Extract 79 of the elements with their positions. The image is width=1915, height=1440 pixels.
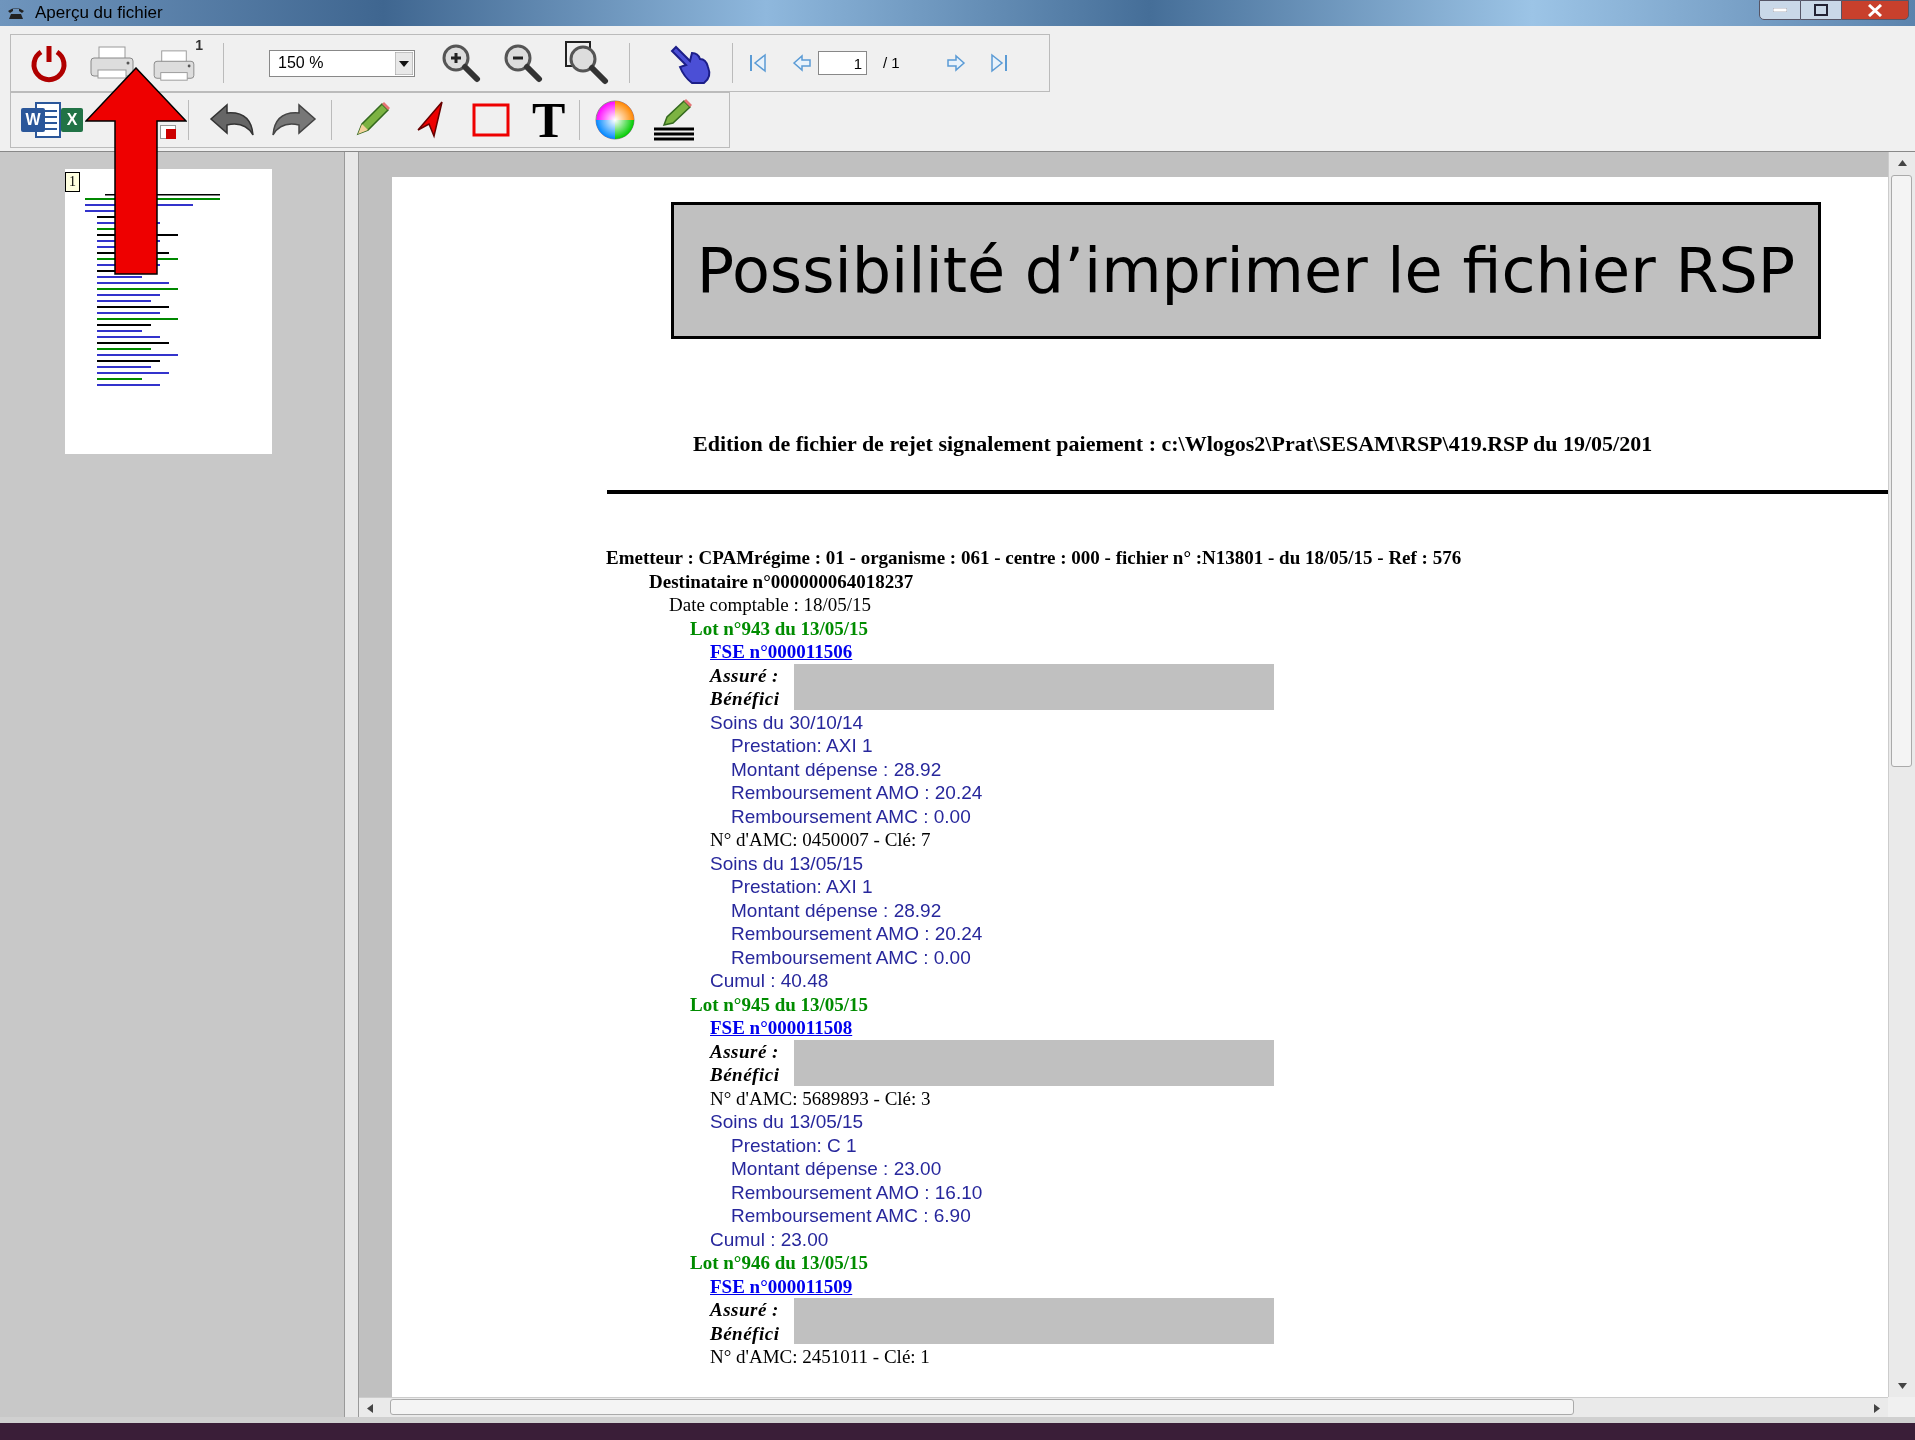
banner-title: Possibilité d’imprimer le fichier RSP (671, 202, 1821, 339)
last-page-icon[interactable] (988, 53, 1009, 73)
fse-link[interactable]: FSE n°000011506 (710, 640, 853, 664)
recipient-line: Destinataire n°000000064018237 (649, 569, 914, 593)
document-heading: Edition de fichier de rejet signalement paiement : c:\Wlogos2\Prat\SESAM\RSP\419.RSP du 19/05/201 (693, 431, 1654, 457)
excel-export-icon[interactable]: X (61, 108, 83, 132)
detail-line: Remboursement AMO : 20.24 (731, 922, 983, 946)
icon-letter: W (21, 108, 45, 132)
header-line: Emetteur : CPAMrégime : 01 - organisme : 061 - centre : 000 - fichier n° :N13801 - du 18/05/15 - Ref : 576 (606, 546, 1462, 570)
field-label: Bénéfici (710, 687, 781, 711)
lot-heading: Lot n°946 du 13/05/15 (690, 1251, 869, 1275)
close-icon (1867, 3, 1883, 17)
word-export-icon[interactable]: W (21, 100, 61, 140)
amc-line: N° d'AMC: 0450007 - Clé: 7 (710, 828, 931, 852)
detail-line: Montant dépense : 28.92 (731, 898, 942, 922)
page-thumbnail[interactable] (65, 169, 272, 454)
fse-link[interactable]: FSE n°000011508 (710, 1016, 853, 1040)
power-icon[interactable] (29, 43, 69, 83)
color-wheel-icon[interactable] (594, 99, 637, 141)
care-line: Soins du 30/10/14 (710, 710, 864, 734)
maximize-button[interactable] (1801, 0, 1841, 20)
fse-link[interactable]: FSE n°000011509 (710, 1274, 853, 1298)
care-line: Soins du 13/05/15 (710, 851, 864, 875)
scrollbar-thumb[interactable] (390, 1399, 1574, 1415)
maximize-icon (1814, 4, 1828, 16)
highlighter-icon[interactable] (652, 99, 697, 141)
close-button[interactable] (1841, 0, 1909, 20)
scroll-left-icon[interactable] (367, 1404, 373, 1413)
detail-line: Remboursement AMO : 20.24 (731, 781, 983, 805)
detail-line: Montant dépense : 23.00 (731, 1157, 942, 1181)
lot-heading: Lot n°943 du 13/05/15 (690, 616, 869, 640)
printer-icon[interactable] (89, 45, 135, 81)
care-line: Cumul : 40.48 (710, 969, 829, 993)
dropdown-caret-icon[interactable] (395, 51, 413, 75)
minimize-button[interactable] (1759, 0, 1801, 20)
rectangle-tool-icon[interactable] (472, 103, 510, 137)
page-number-field[interactable]: 1 (818, 51, 867, 75)
date-line: Date comptable : 18/05/15 (669, 593, 872, 617)
scroll-right-icon[interactable] (1874, 1404, 1880, 1413)
detail-line: Prestation: C 1 (731, 1133, 857, 1157)
zoom-in-icon[interactable] (441, 43, 481, 83)
detail-line: Remboursement AMC : 0.00 (731, 945, 971, 969)
field-label: Assuré : (710, 1039, 780, 1063)
printer-icon[interactable] (151, 49, 197, 83)
detail-line: Prestation: AXI 1 (731, 875, 873, 899)
field-label: Bénéfici (710, 1063, 781, 1087)
detail-line: Remboursement AMC : 0.00 (731, 804, 971, 828)
amc-line: N° d'AMC: 2451011 - Clé: 1 (710, 1345, 930, 1369)
first-page-icon[interactable] (748, 53, 768, 73)
detail-line: Prestation: AXI 1 (731, 734, 873, 758)
vertical-scrollbar[interactable] (1888, 152, 1915, 1397)
detail-line: Remboursement AMC : 6.90 (731, 1204, 971, 1228)
text-tool-button[interactable]: T (532, 97, 566, 143)
page-total: / 1 (883, 52, 900, 73)
scroll-up-icon[interactable] (1898, 160, 1907, 166)
care-line: Soins du 13/05/15 (710, 1110, 864, 1134)
phone-icon (6, 6, 26, 20)
undo-icon[interactable] (209, 103, 257, 137)
detail-line: Remboursement AMO : 16.10 (731, 1180, 983, 1204)
lot-heading: Lot n°945 du 13/05/15 (690, 992, 869, 1016)
redo-icon[interactable] (269, 103, 317, 137)
horizontal-scrollbar[interactable] (359, 1397, 1888, 1417)
zoom-fit-icon[interactable] (565, 41, 609, 85)
field-label: Bénéfici (710, 1321, 781, 1345)
zoom-dropdown[interactable]: 150 % (269, 49, 415, 77)
minimize-icon (1773, 8, 1787, 12)
document-export-icon[interactable] (160, 125, 176, 139)
copies-count: 1 (195, 36, 203, 55)
scrollbar-thumb[interactable] (1891, 175, 1912, 767)
amc-line: N° d'AMC: 5689893 - Clé: 3 (710, 1086, 931, 1110)
previous-page-icon[interactable] (792, 53, 812, 73)
detail-line: Montant dépense : 28.92 (731, 757, 942, 781)
zoom-out-icon[interactable] (503, 43, 543, 83)
page-number-badge: 1 (65, 172, 80, 192)
field-label: Assuré : (710, 1298, 780, 1322)
scroll-down-icon[interactable] (1898, 1383, 1907, 1389)
care-line: Cumul : 23.00 (710, 1227, 829, 1251)
window-title: Aperçu du fichier (35, 2, 163, 25)
field-label: Assuré : (710, 663, 780, 687)
